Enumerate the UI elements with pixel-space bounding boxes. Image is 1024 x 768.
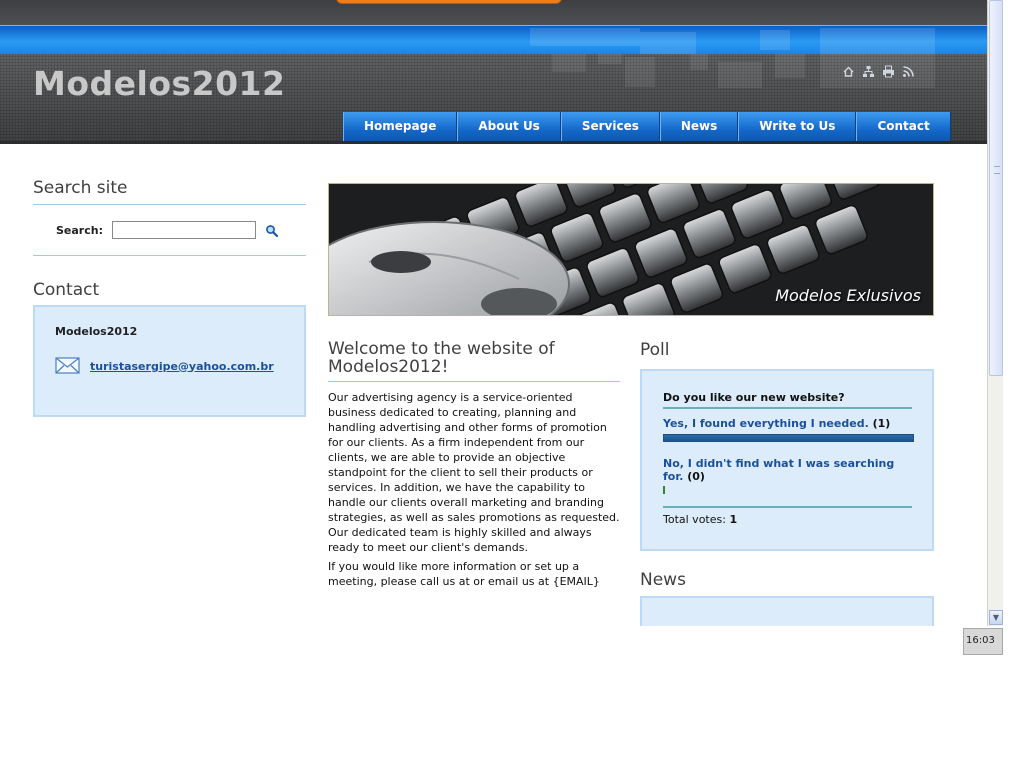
print-icon[interactable] — [882, 63, 895, 78]
poll-box: Do you like our new website? Yes, I foun… — [640, 369, 934, 551]
contact-box: Modelos2012 turistasergipe@yahoo.com.br — [33, 305, 306, 417]
nav-homepage[interactable]: Homepage — [343, 112, 458, 142]
magnifier-icon[interactable] — [265, 223, 279, 238]
banner-image: Modelos Exlusivos — [328, 183, 934, 316]
nav-services[interactable]: Services — [560, 112, 660, 142]
nav-write-to-us[interactable]: Write to Us — [738, 112, 857, 142]
poll-option-count: (1) — [872, 417, 891, 430]
poll-title: Poll — [640, 340, 670, 360]
welcome-section: Welcome to the website of Modelos2012! O… — [328, 340, 620, 589]
news-section: News — [640, 570, 934, 626]
top-orange-tab — [336, 0, 562, 4]
poll-result-fill — [663, 486, 665, 494]
taskbar-clock: 16:03 — [963, 628, 1003, 655]
top-strip — [0, 0, 987, 25]
poll-option-label: Yes, I found everything I needed. — [663, 417, 869, 430]
poll-total-value: 1 — [729, 513, 738, 526]
header-icons — [842, 63, 915, 78]
welcome-title: Welcome to the website of Modelos2012! — [328, 339, 555, 377]
poll-option[interactable]: Yes, I found everything I needed. (1) — [663, 417, 912, 430]
divider — [33, 255, 306, 256]
home-icon[interactable] — [842, 63, 855, 77]
vertical-scrollbar[interactable]: ▼ — [987, 0, 1003, 626]
poll-question: Do you like our new website? — [663, 391, 845, 404]
poll-total-label: Total votes: — [663, 513, 726, 526]
scrollbar-grip-icon — [994, 166, 1000, 174]
news-box — [640, 596, 934, 626]
poll-option[interactable]: No, I didn't find what I was searching f… — [663, 457, 912, 483]
header-bottom-edge — [0, 141, 987, 144]
blue-band — [0, 25, 987, 54]
main-nav: Homepage About Us Services News Write to… — [343, 112, 951, 142]
browser-viewport: Modelos2012 Homepage About Us Services N… — [0, 0, 987, 626]
rss-icon[interactable] — [902, 63, 915, 77]
contact-email-row: turistasergipe@yahoo.com.br — [55, 356, 304, 376]
nav-news[interactable]: News — [659, 112, 739, 142]
welcome-paragraph: Our advertising agency is a service-orie… — [328, 391, 620, 554]
contact-title: Contact — [33, 280, 100, 300]
poll-section: Poll Do you like our new website? Yes, I… — [640, 340, 934, 551]
search-title: Search site — [33, 178, 128, 198]
left-column: Search site Search: Contact Modelos2012 … — [33, 178, 306, 417]
site-header: Modelos2012 Homepage About Us Services N… — [0, 54, 987, 144]
welcome-paragraph: If you would like more information or se… — [328, 560, 600, 588]
scroll-down-arrow-icon[interactable]: ▼ — [989, 610, 1003, 625]
sitemap-icon[interactable] — [862, 63, 875, 77]
search-input[interactable] — [111, 221, 256, 239]
divider — [663, 407, 912, 409]
contact-email-link[interactable]: turistasergipe@yahoo.com.br — [90, 360, 274, 373]
search-form: Search: — [33, 205, 306, 255]
poll-total: Total votes: 1 — [663, 513, 912, 526]
banner-caption: Modelos Exlusivos — [775, 286, 921, 305]
search-label: Search: — [56, 223, 103, 237]
poll-option-count: (0) — [687, 470, 705, 483]
divider — [663, 506, 912, 508]
nav-contact[interactable]: Contact — [856, 112, 951, 142]
site-title[interactable]: Modelos2012 — [33, 64, 285, 103]
contact-name: Modelos2012 — [55, 325, 138, 338]
nav-about-us[interactable]: About Us — [457, 112, 561, 142]
scrollbar-thumb[interactable] — [989, 0, 1003, 376]
poll-result-fill — [664, 435, 913, 441]
divider — [328, 381, 620, 382]
envelope-icon — [55, 356, 81, 376]
poll-result-bar — [663, 434, 914, 442]
news-title: News — [640, 570, 686, 590]
